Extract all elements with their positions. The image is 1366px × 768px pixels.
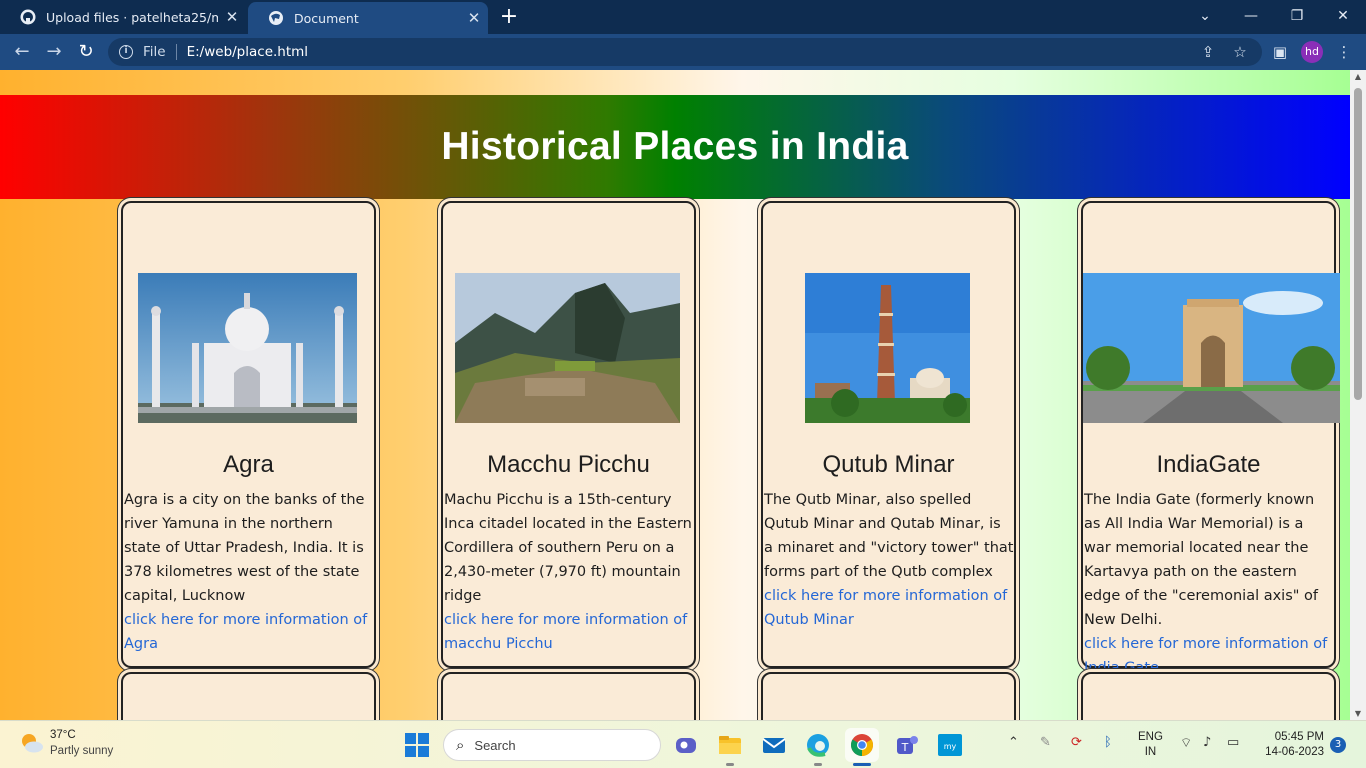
card-description: The India Gate (formerly known as All In…	[1084, 492, 1319, 628]
address-separator	[175, 44, 177, 60]
restore-button[interactable]: ❐	[1274, 0, 1320, 34]
place-card-partial	[441, 672, 696, 720]
more-info-link[interactable]: click here for more information of Agra	[124, 608, 374, 656]
page-title: Historical Places in India	[441, 125, 909, 168]
menu-kebab-icon[interactable]: ⋮	[1334, 42, 1354, 62]
active-indicator	[853, 763, 871, 766]
tab-title: Document	[294, 10, 359, 26]
place-card-india-gate: IndiaGate The India Gate (formerly known…	[1081, 201, 1340, 676]
place-card-partial	[121, 672, 376, 720]
weather-description: Partly sunny	[50, 745, 114, 757]
windows-start-icon[interactable]	[405, 733, 429, 757]
tab-search-icon[interactable]: ⌄	[1182, 0, 1228, 34]
language-region: IN	[1144, 746, 1157, 758]
info-icon[interactable]: i	[119, 45, 133, 59]
page-viewport: Historical Places in India Agra Agra is …	[0, 70, 1350, 720]
place-card-macchu-picchu: Macchu Picchu Machu Picchu is a 15th-cen…	[441, 201, 696, 668]
card-body: The India Gate (formerly known as All In…	[1084, 488, 1334, 680]
bookmark-star-icon[interactable]: ☆	[1230, 42, 1250, 62]
place-card-partial	[761, 672, 1016, 720]
mail-icon[interactable]	[759, 730, 789, 760]
battery-icon[interactable]: ▭	[1227, 735, 1239, 750]
bluetooth-icon[interactable]: ᛒ	[1104, 735, 1112, 750]
card-title: Qutub Minar	[822, 451, 955, 478]
page-header: Historical Places in India	[0, 95, 1350, 199]
volume-icon[interactable]: ♪	[1203, 735, 1211, 750]
close-tab-icon[interactable]: ✕	[460, 9, 488, 27]
browser-toolbar: ← → ↻ i File E:/web/place.html ⇪ ☆ ▣ hd …	[0, 34, 1366, 70]
back-icon[interactable]: ←	[10, 40, 34, 64]
card-description: Machu Picchu is a 15th-century Inca cita…	[444, 492, 692, 604]
running-indicator	[814, 763, 822, 766]
card-title: Agra	[223, 451, 274, 478]
reload-icon[interactable]: ↻	[74, 40, 98, 64]
card-description: Agra is a city on the banks of the river…	[124, 492, 365, 604]
card-body: Machu Picchu is a 15th-century Inca cita…	[444, 488, 694, 656]
forward-icon[interactable]: →	[42, 40, 66, 64]
minimize-button[interactable]: —	[1228, 0, 1274, 34]
clock-date: 14-06-2023	[1265, 746, 1324, 758]
partly-sunny-icon[interactable]	[18, 730, 44, 756]
taj-mahal-image	[138, 273, 357, 423]
search-icon: ⌕	[456, 736, 465, 754]
place-card-partial	[1081, 672, 1336, 720]
input-language[interactable]: ENG IN	[1138, 730, 1163, 760]
scroll-up-icon[interactable]: ▲	[1350, 72, 1366, 81]
close-window-button[interactable]: ✕	[1320, 0, 1366, 34]
meet-video-icon[interactable]	[671, 730, 701, 760]
tab-upload-files[interactable]: Upload files · patelheta25/minor_ ✕	[0, 0, 246, 34]
tab-document[interactable]: Document ✕	[248, 2, 488, 34]
india-gate-image	[1083, 273, 1340, 423]
card-title: IndiaGate	[1156, 451, 1261, 478]
more-info-link[interactable]: click here for more information of Qutub…	[764, 584, 1014, 632]
url-text[interactable]: E:/web/place.html	[187, 44, 308, 60]
myhp-icon[interactable]: my	[935, 730, 965, 760]
vertical-scrollbar[interactable]: ▲ ▼	[1350, 70, 1366, 720]
pen-menu-icon[interactable]: ✎	[1040, 735, 1051, 750]
place-card-qutub-minar: Qutub Minar The Qutb Minar, also spelled…	[761, 201, 1016, 668]
new-tab-button[interactable]: +	[496, 3, 522, 31]
qutub-minar-image	[805, 273, 970, 423]
more-info-link[interactable]: click here for more information of macch…	[444, 608, 694, 656]
chrome-taskbar-button[interactable]	[845, 728, 879, 762]
address-bar[interactable]: i File E:/web/place.html	[108, 38, 1262, 66]
teams-icon[interactable]: T	[891, 730, 921, 760]
windows-taskbar: 37°C Partly sunny ⌕ Search T my ⌃ ✎ ⟳ ᛒ …	[0, 720, 1366, 768]
machu-picchu-image	[455, 273, 680, 423]
tab-title: Upload files · patelheta25/minor_	[46, 9, 218, 25]
github-icon	[20, 9, 36, 25]
file-explorer-icon[interactable]	[715, 730, 745, 760]
card-description: The Qutb Minar, also spelled Qutub Minar…	[764, 492, 1014, 580]
scrollbar-thumb[interactable]	[1354, 88, 1362, 400]
search-placeholder: Search	[474, 737, 516, 753]
share-icon[interactable]: ⇪	[1198, 42, 1218, 62]
svg-text:my: my	[944, 742, 957, 751]
globe-icon	[269, 11, 283, 25]
wifi-icon[interactable]: ⌔	[1180, 735, 1192, 751]
profile-avatar[interactable]: hd	[1301, 41, 1323, 63]
svg-text:T: T	[901, 741, 909, 754]
language-code: ENG	[1138, 731, 1163, 743]
place-card-agra: Agra Agra is a city on the banks of the …	[121, 201, 376, 668]
clock-time: 05:45 PM	[1274, 731, 1324, 743]
tab-strip: Upload files · patelheta25/minor_ ✕ Docu…	[0, 0, 1366, 34]
card-body: Agra is a city on the banks of the river…	[124, 488, 374, 656]
sync-icon[interactable]: ⟳	[1071, 735, 1082, 750]
card-body: The Qutb Minar, also spelled Qutub Minar…	[764, 488, 1014, 632]
card-title: Macchu Picchu	[487, 451, 650, 478]
scheme-label: File	[143, 44, 166, 60]
running-indicator	[726, 763, 734, 766]
scroll-down-icon[interactable]: ▼	[1350, 709, 1366, 718]
system-clock[interactable]: 05:45 PM 14-06-2023	[1256, 730, 1324, 760]
taskbar-search[interactable]: ⌕ Search	[443, 729, 661, 761]
edge-browser-icon[interactable]	[803, 730, 833, 760]
chrome-icon	[851, 734, 873, 756]
close-tab-icon[interactable]: ✕	[218, 8, 246, 26]
show-hidden-icons-icon[interactable]: ⌃	[1008, 735, 1019, 750]
weather-temperature: 37°C	[50, 729, 76, 741]
notification-badge[interactable]: 3	[1330, 737, 1346, 753]
side-panel-icon[interactable]: ▣	[1270, 42, 1290, 62]
